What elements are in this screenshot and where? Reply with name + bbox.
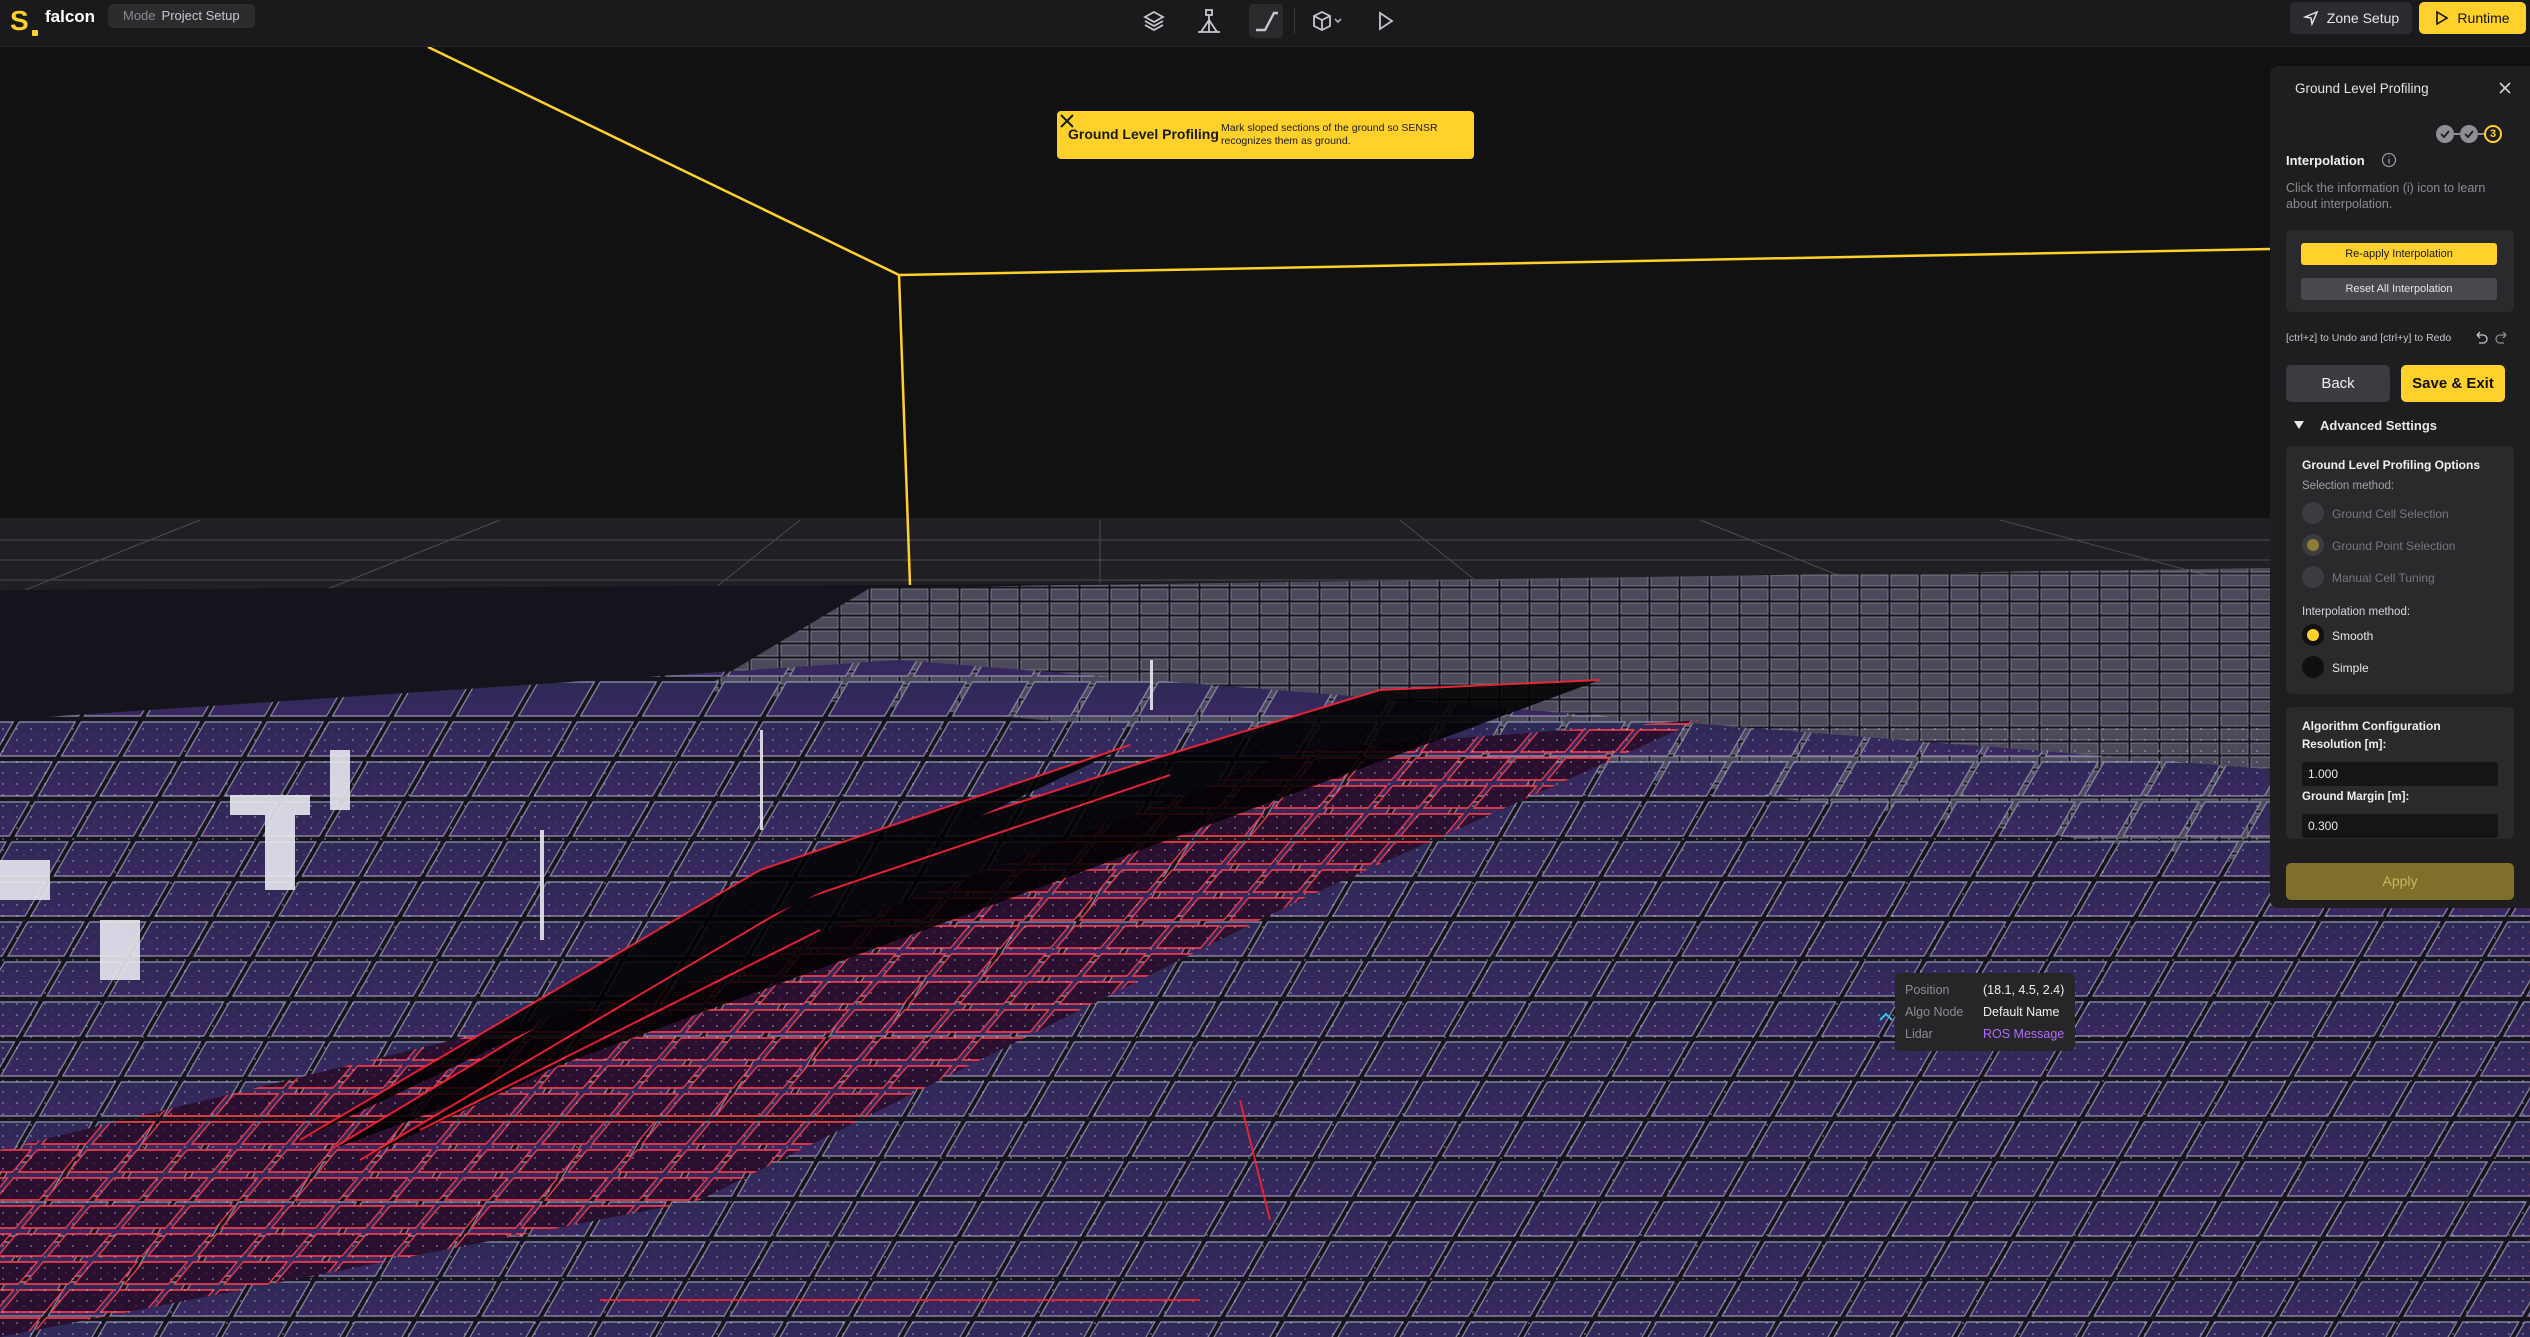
step-complete-icon xyxy=(2460,125,2478,143)
tooltip-row: Position (18.1, 4.5, 2.4) xyxy=(1905,983,2065,997)
point-info-tooltip: Position (18.1, 4.5, 2.4) Algo Node Defa… xyxy=(1895,973,2075,1051)
layers-tool-button[interactable] xyxy=(1137,4,1171,38)
tooltip-row: Algo Node Default Name xyxy=(1905,1005,2060,1019)
cube-view-icon xyxy=(1313,10,1342,32)
app-name: falcon xyxy=(45,7,96,26)
play-outline-icon xyxy=(2436,10,2449,26)
resolution-input[interactable]: 1.000 xyxy=(2302,762,2498,786)
reset-all-interpolation-button[interactable]: Reset All Interpolation xyxy=(2301,278,2497,300)
3d-viewport[interactable]: Ground Level Profiling Mark sloped secti… xyxy=(0,47,2530,1337)
navigation-arrow-icon xyxy=(2302,10,2319,26)
close-icon[interactable] xyxy=(1057,111,1077,131)
apply-button[interactable]: Apply xyxy=(2286,863,2514,900)
runtime-label: Runtime xyxy=(2457,10,2510,26)
info-toast: Ground Level Profiling Mark sloped secti… xyxy=(1057,111,1474,159)
play-tool-button[interactable] xyxy=(1368,4,1402,38)
advanced-settings-toggle[interactable]: Advanced Settings xyxy=(2320,418,2437,433)
radio-smooth[interactable] xyxy=(2302,624,2324,646)
save-exit-button[interactable]: Save & Exit xyxy=(2401,365,2505,402)
ground-margin-label: Ground Margin [m]: xyxy=(2302,791,2410,803)
interpolation-method-label: Interpolation method: xyxy=(2302,606,2411,618)
radio-simple[interactable] xyxy=(2302,656,2324,678)
algorithm-configuration-card: Algorithm Configuration Resolution [m]: … xyxy=(2286,707,2514,839)
undo-redo-hint: [ctrl+z] to Undo and [ctrl+y] to Redo xyxy=(2286,332,2452,344)
lidar-setup-icon xyxy=(1198,9,1220,33)
radio-label: Ground Cell Selection xyxy=(2332,507,2449,521)
redo-icon[interactable] xyxy=(2494,329,2510,345)
section-title: Interpolation xyxy=(2286,153,2365,168)
radio-label: Smooth xyxy=(2332,629,2374,643)
tooltip-row: Lidar ROS Message xyxy=(1905,1027,2065,1041)
ground-profile-icon xyxy=(1256,11,1278,32)
radio-manual-cell-tuning[interactable] xyxy=(2302,566,2324,588)
interpolation-actions: Re-apply Interpolation Reset All Interpo… xyxy=(2286,230,2514,312)
top-bar: S falcon Mode Project Setup Zone Setup R… xyxy=(0,0,2530,47)
profiling-options-card: Ground Level Profiling Options Selection… xyxy=(2286,446,2514,694)
ros-message-link[interactable]: ROS Message xyxy=(1983,1027,2064,1041)
ground-margin-input[interactable]: 0.300 xyxy=(2302,814,2498,838)
play-icon xyxy=(1379,11,1394,31)
mode-indicator[interactable]: Mode Project Setup xyxy=(108,4,255,28)
radio-label: Manual Cell Tuning xyxy=(2332,571,2435,585)
app-logo: S xyxy=(10,5,40,37)
radio-label: Ground Point Selection xyxy=(2332,539,2456,553)
point-cloud-scene[interactable] xyxy=(0,47,2530,1337)
zone-setup-label: Zone Setup xyxy=(2326,10,2400,26)
view-mode-dropdown[interactable] xyxy=(1308,4,1348,38)
mode-label: Mode xyxy=(123,8,156,23)
toast-title: Ground Level Profiling xyxy=(1068,126,1219,142)
algo-title: Algorithm Configuration xyxy=(2302,719,2441,733)
info-icon[interactable] xyxy=(2381,152,2397,168)
lidar-setup-tool-button[interactable] xyxy=(1192,4,1226,38)
radio-ground-point-selection[interactable] xyxy=(2302,534,2324,556)
options-title: Ground Level Profiling Options xyxy=(2302,458,2481,472)
step-indicator: 3 xyxy=(2436,123,2502,145)
toolbar-divider xyxy=(1294,8,1295,34)
zone-setup-button[interactable]: Zone Setup xyxy=(2290,2,2412,34)
panel-title: Ground Level Profiling xyxy=(2295,81,2429,96)
runtime-button[interactable]: Runtime xyxy=(2419,2,2526,34)
step-current: 3 xyxy=(2484,125,2502,143)
ground-profiling-panel: Ground Level Profiling 3 Interpolation C… xyxy=(2270,66,2530,908)
resolution-label: Resolution [m]: xyxy=(2302,739,2387,751)
selection-method-label: Selection method: xyxy=(2302,480,2395,492)
collapse-triangle-icon[interactable] xyxy=(2294,420,2304,430)
ground-profile-tool-button[interactable] xyxy=(1249,4,1283,38)
radio-ground-cell-selection[interactable] xyxy=(2302,502,2324,524)
radio-label: Simple xyxy=(2332,661,2369,675)
step-complete-icon xyxy=(2436,125,2454,143)
layers-icon xyxy=(1143,10,1165,32)
mode-value: Project Setup xyxy=(161,8,240,23)
close-icon[interactable] xyxy=(2496,79,2514,97)
reapply-interpolation-button[interactable]: Re-apply Interpolation xyxy=(2301,243,2497,265)
toast-message: Mark sloped sections of the ground so SE… xyxy=(1221,122,1438,147)
undo-icon[interactable] xyxy=(2473,329,2489,345)
back-button[interactable]: Back xyxy=(2286,365,2390,402)
section-description: Click the information (i) icon to learn … xyxy=(2286,181,2486,211)
